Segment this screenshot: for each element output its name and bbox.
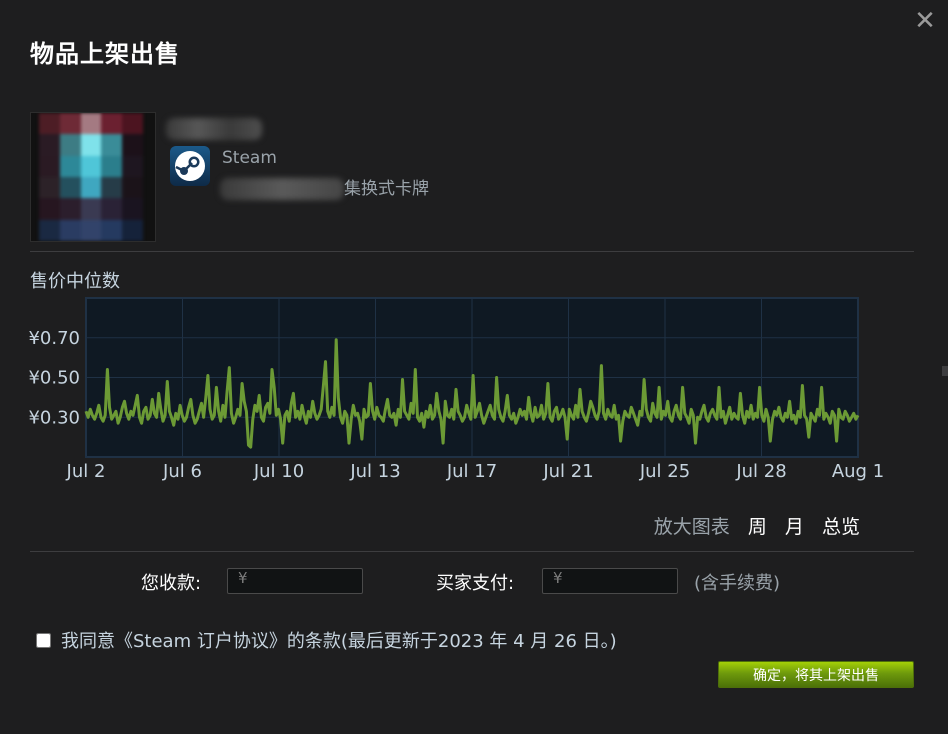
item-image-mosaic — [39, 113, 143, 241]
fee-note: (含手续费) — [694, 573, 781, 594]
scroll-edge-mark — [942, 366, 948, 376]
agreement-row: 我同意《Steam 订户协议》的条款(最后更新于2023 年 4 月 26 日。… — [34, 627, 617, 653]
y-tick-label: ¥0.70 — [28, 328, 80, 349]
zoom-week-link[interactable]: 周 — [748, 516, 767, 538]
x-tick-label: Jul 2 — [66, 461, 106, 482]
agreement-checkbox[interactable] — [36, 633, 51, 648]
x-tick-label: Jul 25 — [639, 461, 690, 482]
steam-logo-icon — [170, 146, 210, 186]
x-tick-label: Jul 10 — [253, 461, 304, 482]
divider — [30, 551, 914, 552]
y-tick-label: ¥0.50 — [28, 368, 80, 389]
zoom-controls: 放大图表 周 月 总览 — [642, 512, 860, 539]
x-tick-label: Aug 1 — [832, 461, 884, 482]
price-history-chart[interactable]: Jul 2 Jul 6 Jul 10 Jul 13 Jul 17 Jul 21 Jul 25… — [0, 290, 948, 490]
zoom-month-link[interactable]: 月 — [785, 516, 804, 538]
y-tick-label: ¥0.30 — [28, 407, 80, 428]
confirm-list-button[interactable]: 确定，将其上架出售 — [718, 661, 914, 688]
zoom-label: 放大图表 — [653, 516, 730, 538]
close-icon[interactable]: ✕ — [912, 8, 938, 34]
receive-price-input[interactable]: ¥ — [227, 568, 363, 594]
buyer-price-input[interactable]: ¥ — [542, 568, 678, 594]
x-tick-label: Jul 21 — [542, 461, 593, 482]
divider — [30, 251, 914, 252]
x-tick-label: Jul 17 — [446, 461, 497, 482]
item-type-redacted — [220, 178, 344, 200]
dialog-title: 物品上架出售 — [30, 40, 180, 68]
x-tick-label: Jul 6 — [162, 461, 202, 482]
item-game-label: Steam — [222, 148, 277, 168]
item-name-redacted — [166, 118, 262, 140]
item-type-label: 集换式卡牌 — [344, 179, 429, 199]
x-tick-label: Jul 28 — [735, 461, 786, 482]
x-tick-label: Jul 13 — [349, 461, 400, 482]
receive-label: 您收款: — [141, 573, 202, 594]
buyer-pays-label: 买家支付: — [436, 573, 515, 594]
item-image — [30, 112, 156, 242]
agreement-text: 我同意《Steam 订户协议》的条款(最后更新于2023 年 4 月 26 日。… — [61, 631, 617, 652]
zoom-all-link[interactable]: 总览 — [822, 516, 860, 538]
